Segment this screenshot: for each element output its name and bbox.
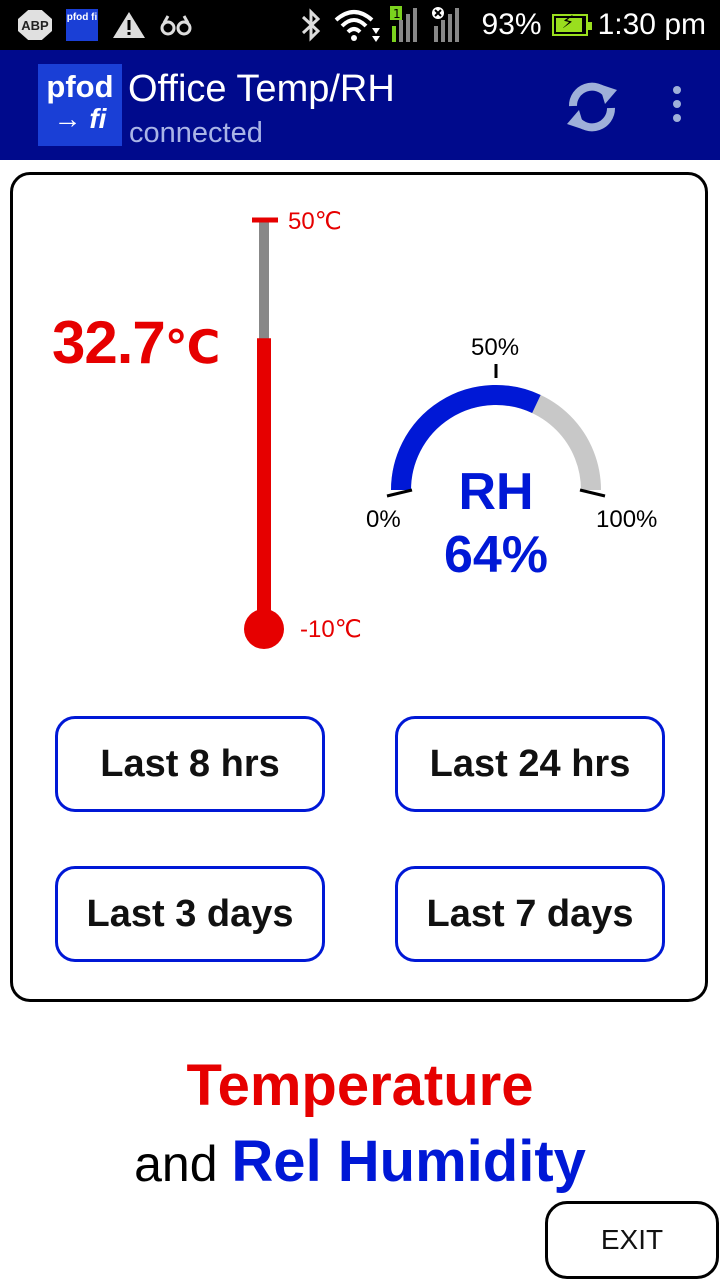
humidity-min-tick <box>386 488 413 498</box>
gauges: 50℃ -10℃ 0% 50% 100% <box>244 208 657 649</box>
humidity-min-label: 0% <box>366 506 401 533</box>
caption-humidity: and Rel Humidity <box>0 1128 720 1195</box>
humidity-max-label: 100% <box>596 506 657 533</box>
humidity-value: 64% <box>443 526 549 584</box>
humidity-max-tick <box>579 488 606 498</box>
thermometer-bulb <box>244 609 284 649</box>
caption-and: and <box>134 1136 218 1192</box>
caption-rel-humidity: Rel Humidity <box>231 1129 586 1194</box>
thermometer-min-label: -10℃ <box>300 616 362 643</box>
last-8-hrs-button[interactable]: Last 8 hrs <box>55 716 325 812</box>
humidity-label: RH <box>458 463 534 521</box>
thermometer-max-label: 50℃ <box>288 208 342 235</box>
last-7-days-button[interactable]: Last 7 days <box>395 866 665 962</box>
humidity-mid-label: 50% <box>471 334 519 361</box>
caption-temperature: Temperature <box>186 1053 534 1118</box>
last-24-hrs-button[interactable]: Last 24 hrs <box>395 716 665 812</box>
exit-button[interactable]: EXIT <box>545 1201 719 1279</box>
last-3-days-button[interactable]: Last 3 days <box>55 866 325 962</box>
